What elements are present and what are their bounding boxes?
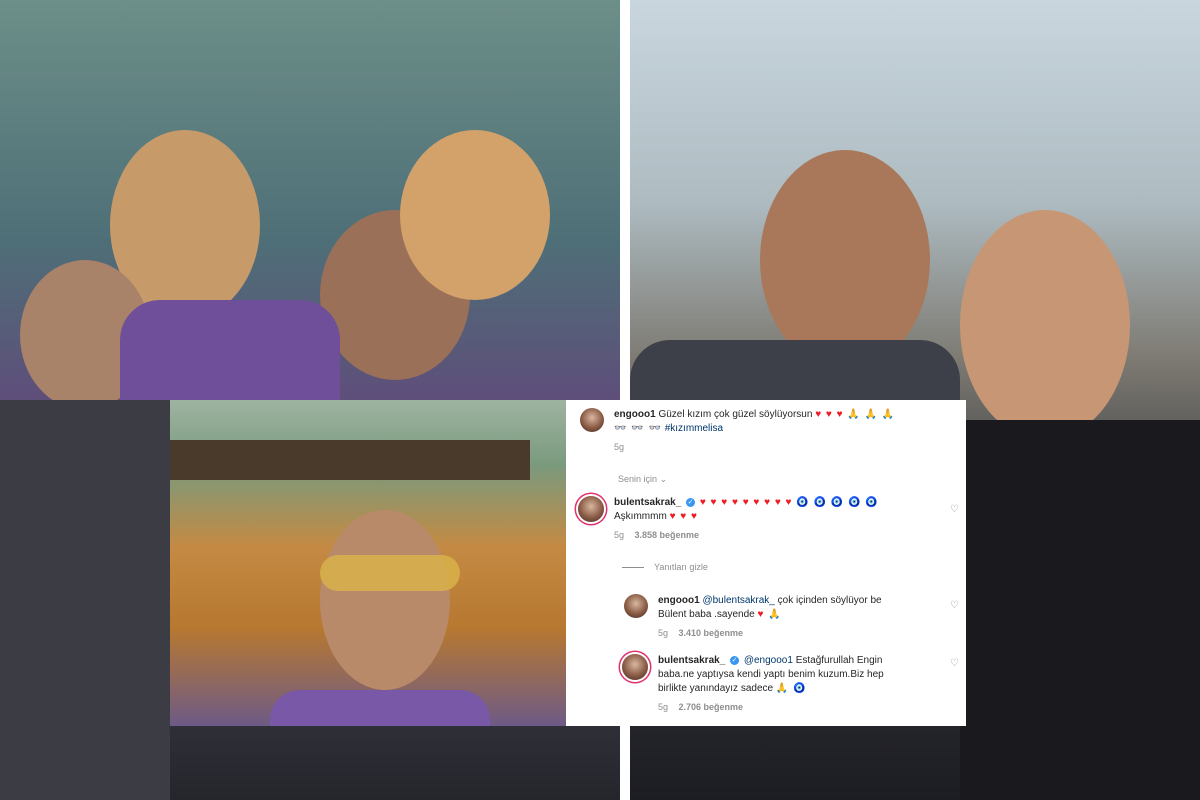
chevron-down-icon: ⌄ (659, 474, 668, 484)
avatar[interactable] (624, 594, 648, 618)
comment-time: 5g (658, 702, 669, 712)
comment-time: 5g (614, 442, 625, 452)
comment-username[interactable]: bulentsakrak_ (614, 497, 681, 508)
for-you-label: Senin için (618, 474, 658, 484)
comment-emojis-line2: 👓 👓 👓 (614, 423, 662, 434)
verified-badge-icon: ✓ (730, 655, 740, 665)
avatar[interactable] (578, 496, 604, 522)
comment-text: Aşkımmmm (614, 511, 667, 522)
comment-text-line2: baba.ne yaptıysa kendi yaptı benim kuzum… (658, 669, 884, 680)
hide-replies-label: Yanıtları gizle (654, 562, 708, 572)
heart-outline-icon[interactable]: ♡ (950, 600, 959, 611)
comment-emojis-tail: 🙏 🧿 (775, 683, 807, 694)
like-count[interactable]: 3.410 beğenme (679, 628, 744, 638)
comment-text: Estağfurullah Engin (795, 655, 883, 666)
like-count[interactable]: 2.706 beğenme (679, 702, 744, 712)
mention-link[interactable]: @bulentsakrak_ (702, 595, 774, 606)
comment-username[interactable]: engooo1 (658, 595, 700, 606)
comment-item: bulentsakrak_ ✓ ♥ ♥ ♥ ♥ ♥ ♥ ♥ ♥ ♥ 🧿 🧿 🧿 … (578, 496, 879, 542)
heart-outline-icon[interactable]: ♡ (950, 504, 959, 515)
reply-item: engooo1 @bulentsakrak_ çok içinden söylü… (624, 594, 882, 640)
comment-text-line3: birlikte yanındayız sadece (658, 683, 774, 694)
reply-item: bulentsakrak_ ✓ @engooo1 Estağfurullah E… (622, 654, 884, 714)
verified-badge-icon: ✓ (686, 497, 696, 507)
avatar[interactable] (580, 408, 604, 432)
comment-item: engooo1 Güzel kızım çok güzel söylüyorsu… (580, 408, 895, 454)
comment-time: 5g (614, 530, 625, 540)
comment-emojis-tail: ♥ ♥ ♥ (669, 511, 698, 522)
for-you-filter[interactable]: Senin için ⌄ (618, 474, 667, 485)
hashtag-link[interactable]: #kızımmelisa (665, 423, 723, 434)
heart-outline-icon[interactable]: ♡ (950, 658, 959, 669)
mention-link[interactable]: @engooo1 (744, 655, 793, 666)
instagram-comments-panel: engooo1 Güzel kızım çok güzel söylüyorsu… (566, 400, 966, 726)
hide-replies-button[interactable]: Yanıtları gizle (622, 562, 708, 572)
girl-video-photo (170, 400, 566, 726)
comment-time: 5g (658, 628, 669, 638)
comment-text: çok içinden söylüyor be (777, 595, 882, 606)
like-count[interactable]: 3.858 beğenme (635, 530, 700, 540)
comment-username[interactable]: engooo1 (614, 409, 656, 420)
comment-emojis-tail: ♥ 🙏 (757, 609, 782, 620)
divider-line (622, 566, 644, 568)
comment-text: Güzel kızım çok güzel söylüyorsun (658, 409, 813, 420)
avatar[interactable] (622, 654, 648, 680)
comment-emojis: ♥ ♥ ♥ 🙏 🙏 🙏 (815, 409, 896, 420)
comment-emojis: ♥ ♥ ♥ ♥ ♥ ♥ ♥ ♥ ♥ 🧿 🧿 🧿 🧿 🧿 (699, 497, 879, 508)
comment-text-line2: Bülent baba .sayende (658, 609, 755, 620)
comment-username[interactable]: bulentsakrak_ (658, 655, 725, 666)
